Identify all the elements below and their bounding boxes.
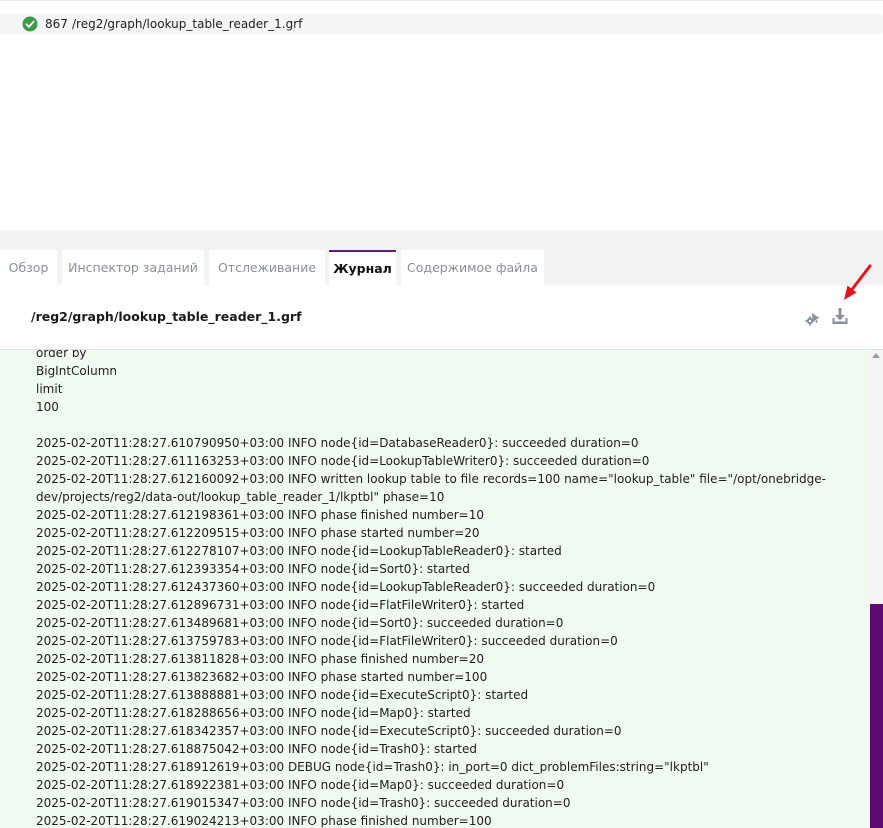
- log-line: 100: [36, 400, 59, 414]
- job-path: /reg2/graph/lookup_table_reader_1.grf: [72, 17, 303, 31]
- log-line: 2025-02-20T11:28:27.618922381+03:00 INFO…: [36, 778, 565, 792]
- log-line: 2025-02-20T11:28:27.613823682+03:00 INFO…: [36, 670, 488, 684]
- log-file-title: /reg2/graph/lookup_table_reader_1.grf: [31, 309, 302, 324]
- log-line: 2025-02-20T11:28:27.618875042+03:00 INFO…: [36, 742, 477, 756]
- log-line: 2025-02-20T11:28:27.612198361+03:00 INFO…: [36, 508, 484, 522]
- log-line: 2025-02-20T11:28:27.613759783+03:00 INFO…: [36, 634, 618, 648]
- log-line: 2025-02-20T11:28:27.612393354+03:00 INFO…: [36, 562, 470, 576]
- log-line: 2025-02-20T11:28:27.619015347+03:00 INFO…: [36, 796, 571, 810]
- tab-file-content[interactable]: Содержимое файла: [401, 250, 544, 285]
- log-header: /reg2/graph/lookup_table_reader_1.grf: [0, 285, 883, 350]
- scrollbar-thumb[interactable]: [870, 604, 883, 828]
- download-icon[interactable]: [831, 307, 849, 325]
- top-divider: [0, 0, 883, 1]
- gear-pointer-icon[interactable]: [804, 309, 822, 327]
- log-line: order by: [36, 350, 87, 360]
- log-line: 2025-02-20T11:28:27.611163253+03:00 INFO…: [36, 454, 650, 468]
- check-circle-icon: [22, 16, 38, 32]
- log-content: order by BigIntColumn limit 100 2025-02-20T…: [0, 350, 870, 828]
- log-line: limit: [36, 382, 63, 396]
- tab-tracking[interactable]: Отслеживание: [209, 250, 325, 285]
- tab-log[interactable]: Журнал: [329, 250, 396, 285]
- tab-overview[interactable]: Обзор: [0, 250, 57, 285]
- job-id: 867: [45, 17, 68, 31]
- log-line: 2025-02-20T11:28:27.612278107+03:00 INFO…: [36, 544, 562, 558]
- log-line: BigIntColumn: [36, 364, 117, 378]
- log-line: dev/projects/reg2/data-out/lookup_table_…: [36, 490, 445, 504]
- log-line: 2025-02-20T11:28:27.613888881+03:00 INFO…: [36, 688, 529, 702]
- log-line: 2025-02-20T11:28:27.613811828+03:00 INFO…: [36, 652, 484, 666]
- section-separator: [0, 230, 883, 250]
- log-line: 2025-02-20T11:28:27.612437360+03:00 INFO…: [36, 580, 656, 594]
- log-line: 2025-02-20T11:28:27.619024213+03:00 INFO…: [36, 814, 492, 828]
- log-text: order by BigIntColumn limit 100 2025-02-20T…: [36, 350, 836, 828]
- log-line: 2025-02-20T11:28:27.618288656+03:00 INFO…: [36, 706, 471, 720]
- job-run-row[interactable]: 867 /reg2/graph/lookup_table_reader_1.gr…: [0, 13, 883, 35]
- log-line: 2025-02-20T11:28:27.618912619+03:00 DEBU…: [36, 760, 709, 774]
- log-line: 2025-02-20T11:28:27.610790950+03:00 INFO…: [36, 436, 639, 450]
- log-line: 2025-02-20T11:28:27.618342357+03:00 INFO…: [36, 724, 622, 738]
- log-line: 2025-02-20T11:28:27.612896731+03:00 INFO…: [36, 598, 525, 612]
- log-line: 2025-02-20T11:28:27.613489681+03:00 INFO…: [36, 616, 564, 630]
- scroll-up-arrow-icon[interactable]: [872, 353, 880, 358]
- tab-job-inspector[interactable]: Инспектор заданий: [62, 250, 204, 285]
- log-scrollbar[interactable]: [870, 350, 883, 828]
- log-line: 2025-02-20T11:28:27.612160092+03:00 INFO…: [36, 472, 826, 486]
- app-root: 867 /reg2/graph/lookup_table_reader_1.gr…: [0, 0, 883, 828]
- log-line: 2025-02-20T11:28:27.612209515+03:00 INFO…: [36, 526, 480, 540]
- tabs-bar: Обзор Инспектор заданий Отслеживание Жур…: [0, 250, 883, 285]
